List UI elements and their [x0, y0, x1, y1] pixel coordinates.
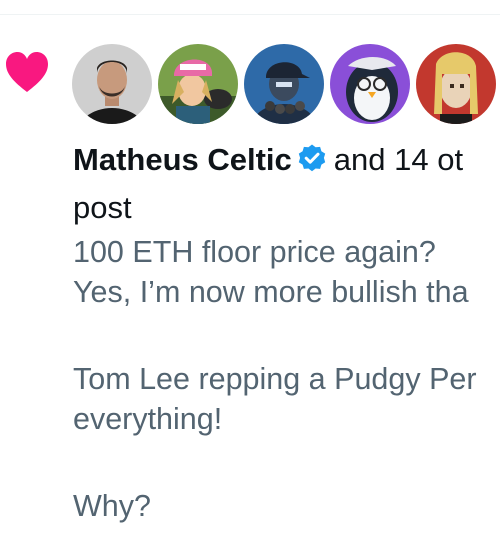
post-line: Yes, I’m now more bullish tha: [73, 275, 469, 309]
avatar[interactable]: [72, 44, 152, 124]
avatar[interactable]: [330, 44, 410, 124]
avatar[interactable]: [158, 44, 238, 124]
post-line: Tom Lee repping a Pudgy Per: [73, 362, 477, 396]
heart-icon: [6, 52, 48, 92]
notification-subtitle: post: [73, 190, 132, 225]
post-text: 100 ETH floor price again? Yes, I’m now …: [73, 232, 500, 526]
post-line: everything!: [73, 402, 223, 436]
liker-avatars: [72, 44, 500, 126]
top-divider: [0, 14, 500, 15]
post-line: 100 ETH floor price again?: [73, 235, 436, 269]
actor-name-link[interactable]: Matheus Celtic: [73, 142, 292, 177]
avatar[interactable]: [416, 44, 496, 124]
post-line-blank: [73, 439, 500, 486]
notification-card[interactable]: Matheus Celtic and 14 ot post 100 ETH fl…: [0, 0, 500, 557]
post-line-blank: [73, 312, 500, 359]
notification-rest-text: and 14 ot: [333, 142, 464, 177]
verified-badge-icon: [298, 144, 325, 172]
notification-title: Matheus Celtic and 14 ot: [73, 140, 463, 180]
post-line: Why?: [73, 489, 151, 523]
avatar[interactable]: [244, 44, 324, 124]
